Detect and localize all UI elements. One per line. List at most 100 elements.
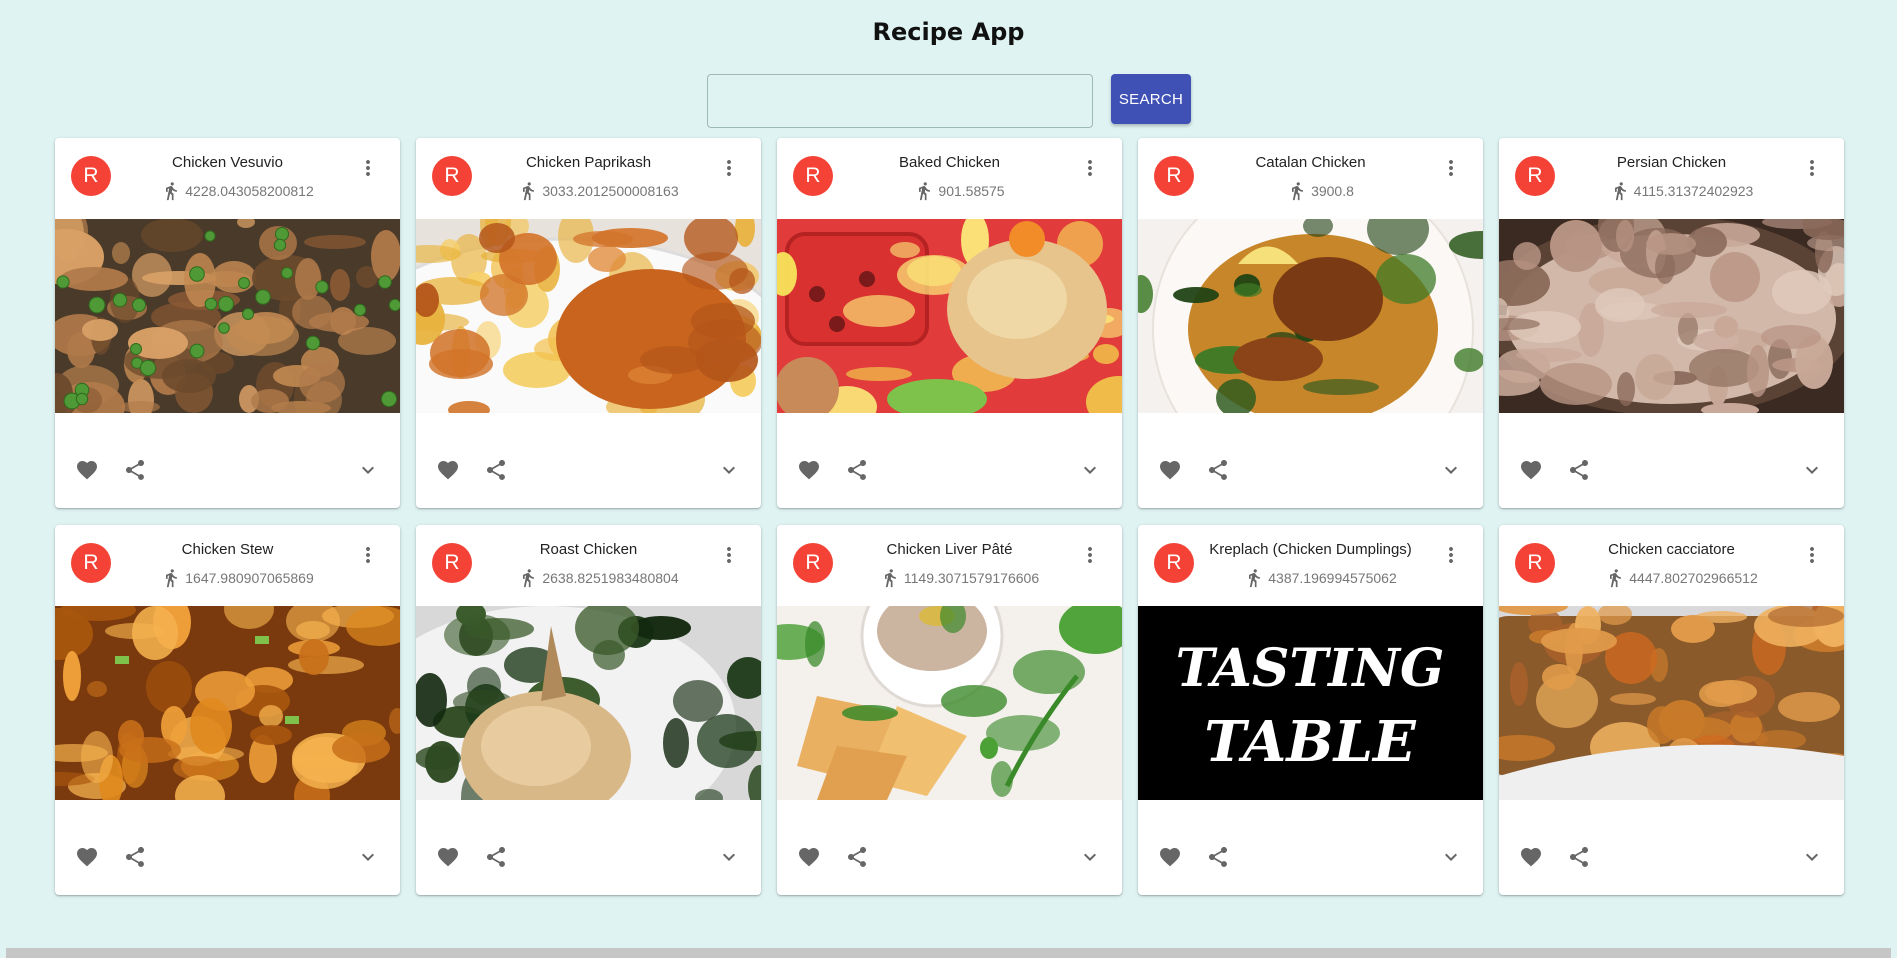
more-options-button[interactable]	[356, 545, 380, 569]
recipe-calories: 4447.802702966512	[1559, 567, 1804, 589]
recipe-title: Chicken Paprikash	[525, 154, 652, 171]
share-button[interactable]	[845, 846, 869, 871]
more-vert-icon	[717, 543, 741, 572]
share-button[interactable]	[123, 845, 147, 874]
horizontal-scrollbar[interactable]	[6, 948, 1891, 958]
more-options-button[interactable]	[1800, 158, 1824, 182]
share-button[interactable]	[1206, 458, 1230, 487]
calories-value: 2638.8251983480804	[542, 570, 679, 586]
favorite-button[interactable]	[1158, 847, 1182, 871]
chevron-down-icon	[1439, 845, 1463, 874]
more-options-button[interactable]	[717, 158, 741, 182]
favorite-button[interactable]	[1519, 847, 1543, 871]
calories-value: 4447.802702966512	[1629, 570, 1758, 586]
recipe-image	[777, 606, 1122, 800]
more-options-button[interactable]	[1800, 545, 1824, 569]
avatar: R	[1515, 156, 1555, 196]
favorite-button[interactable]	[1158, 460, 1182, 484]
run-icon	[518, 567, 538, 589]
avatar: R	[1515, 543, 1555, 583]
favorite-button[interactable]	[436, 460, 460, 484]
expand-button[interactable]	[1078, 847, 1102, 871]
chevron-down-icon	[1800, 845, 1824, 874]
calories-value: 901.58575	[938, 183, 1005, 199]
share-icon	[845, 458, 869, 487]
expand-button[interactable]	[1800, 847, 1824, 871]
more-options-button[interactable]	[1078, 158, 1102, 182]
recipe-card: R Baked Chicken 901.58575	[777, 138, 1122, 508]
chevron-down-icon	[356, 458, 380, 487]
card-actions	[416, 841, 761, 877]
heart-icon	[75, 458, 99, 487]
share-button[interactable]	[123, 459, 147, 484]
expand-button[interactable]	[1439, 460, 1463, 484]
more-vert-icon	[356, 543, 380, 572]
heart-icon	[1158, 458, 1182, 487]
chevron-down-icon	[1078, 458, 1102, 487]
favorite-button[interactable]	[797, 847, 821, 871]
expand-button[interactable]	[717, 847, 741, 871]
recipe-title: Baked Chicken	[899, 154, 1000, 171]
expand-button[interactable]	[1078, 460, 1102, 484]
recipe-card: R Chicken Paprikash 3033.2012500008163	[416, 138, 761, 508]
recipe-image	[416, 219, 761, 413]
run-icon	[914, 180, 934, 202]
more-vert-icon	[1078, 543, 1102, 572]
expand-button[interactable]	[356, 847, 380, 871]
avatar: R	[793, 543, 833, 583]
heart-icon	[1519, 458, 1543, 487]
share-button[interactable]	[484, 846, 508, 871]
recipe-title: Chicken Vesuvio	[172, 154, 283, 171]
recipe-title: Chicken Stew	[181, 541, 274, 558]
favorite-button[interactable]	[436, 847, 460, 871]
svg-text:TASTING: TASTING	[1176, 638, 1445, 699]
chevron-down-icon	[717, 845, 741, 874]
recipe-calories: 4115.31372402923	[1559, 180, 1804, 202]
card-actions	[777, 454, 1122, 490]
more-options-button[interactable]	[1078, 545, 1102, 569]
expand-button[interactable]	[1800, 460, 1824, 484]
run-icon	[1287, 180, 1307, 202]
share-button[interactable]	[1206, 846, 1230, 871]
heart-icon	[1519, 845, 1543, 874]
search-input[interactable]	[707, 74, 1093, 128]
more-options-button[interactable]	[1439, 158, 1463, 182]
search-button[interactable]: SEARCH	[1111, 74, 1191, 124]
favorite-button[interactable]	[797, 460, 821, 484]
more-options-button[interactable]	[717, 545, 741, 569]
expand-button[interactable]	[717, 460, 741, 484]
card-actions	[55, 454, 400, 490]
heart-icon	[75, 845, 99, 874]
share-button[interactable]	[1567, 846, 1591, 871]
favorite-button[interactable]	[75, 847, 99, 871]
share-button[interactable]	[1567, 459, 1591, 484]
favorite-button[interactable]	[1519, 460, 1543, 484]
card-actions	[55, 841, 400, 877]
share-button[interactable]	[484, 459, 508, 484]
recipe-calories: 3900.8	[1198, 180, 1443, 202]
expand-button[interactable]	[1439, 847, 1463, 871]
run-icon	[161, 180, 181, 202]
chevron-down-icon	[717, 458, 741, 487]
avatar: R	[71, 156, 111, 196]
favorite-button[interactable]	[75, 460, 99, 484]
avatar: R	[71, 543, 111, 583]
share-button[interactable]	[845, 458, 869, 487]
avatar: R	[1154, 156, 1194, 196]
more-options-button[interactable]	[356, 158, 380, 182]
card-actions	[777, 841, 1122, 877]
share-icon	[123, 845, 147, 874]
recipe-calories: 3033.2012500008163	[476, 180, 721, 202]
recipe-grid: R Chicken Vesuvio 4228.043058200812 R Ch…	[55, 138, 1844, 895]
recipe-title: Roast Chicken	[539, 541, 638, 558]
recipe-card: R Chicken Vesuvio 4228.043058200812	[55, 138, 400, 508]
more-vert-icon	[1439, 543, 1463, 572]
calories-value: 1149.3071579176606	[903, 570, 1040, 586]
more-options-button[interactable]	[1439, 545, 1463, 569]
more-vert-icon	[1800, 543, 1824, 572]
recipe-image: TASTING TABLE	[1138, 606, 1483, 800]
share-icon	[1206, 458, 1230, 487]
calories-value: 4115.31372402923	[1633, 183, 1754, 199]
recipe-calories: 901.58575	[837, 180, 1082, 202]
expand-button[interactable]	[356, 460, 380, 484]
